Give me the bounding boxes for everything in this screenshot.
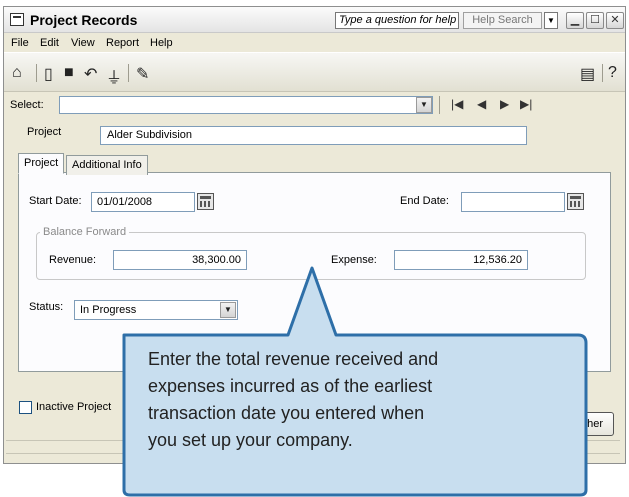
callout-line: expenses incurred as of the earliest bbox=[148, 376, 433, 396]
callout-line: Enter the total revenue received and bbox=[148, 349, 439, 369]
callout-line: you set up your company. bbox=[148, 430, 353, 450]
callout-text: Enter the total revenue received and exp… bbox=[148, 346, 578, 454]
callout-line: transaction date you entered when bbox=[148, 403, 425, 423]
